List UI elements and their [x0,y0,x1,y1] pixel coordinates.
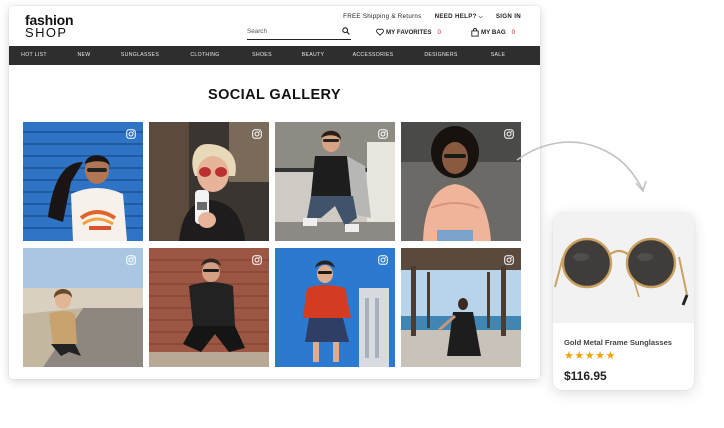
gallery-photo[interactable] [275,248,395,367]
help-menu[interactable]: NEED HELP? ⌵ [435,13,483,20]
gallery-photo[interactable] [401,248,521,367]
nav-item-clothing[interactable]: CLOTHING [190,52,219,58]
photo-man-brick-wall [149,248,269,367]
product-image [553,213,694,323]
instagram-icon[interactable] [126,255,136,265]
nav-item-sunglasses[interactable]: SUNGLASSES [121,52,159,58]
nav-item-beauty[interactable]: BEAUTY [302,52,325,58]
gallery-photo[interactable] [401,122,521,241]
search-placeholder: Search [247,28,267,35]
photo-woman-red-sweater [275,248,395,367]
nav-item-sale[interactable]: SALE [491,52,505,58]
product-name[interactable]: Gold Metal Frame Sunglasses [564,338,672,347]
photo-woman-road [23,248,143,367]
search-icon[interactable] [342,27,350,35]
product-card[interactable]: Gold Metal Frame Sunglasses ★★★★★ $116.9… [553,213,694,390]
instagram-icon[interactable] [378,129,388,139]
help-label: NEED HELP? [434,13,477,20]
photo-woman-sitting [275,122,395,241]
bag-button[interactable]: MY BAG 0 [471,28,515,37]
photo-woman-pink-sweater [401,122,521,241]
instagram-icon[interactable] [252,255,262,265]
sunglasses-image [553,213,694,323]
heart-icon [376,28,384,36]
favorites-count: 0 [437,28,441,36]
instagram-icon[interactable] [252,129,262,139]
curved-arrow-icon [516,141,647,193]
nav-item-accessories[interactable]: ACCESSORIES [353,52,394,58]
gallery-photo[interactable] [275,122,395,241]
logo-line-2: SHOP [25,25,68,40]
bag-label: MY BAG [481,29,506,36]
photo-woman-blue-wall [23,122,143,241]
photo-woman-pier [401,248,521,367]
instagram-icon[interactable] [504,255,514,265]
gallery-photo[interactable] [149,248,269,367]
gallery-title: SOCIAL GALLERY [208,87,341,103]
signin-link[interactable]: SIGN IN [496,13,521,20]
main-nav: HOT LIST NEW SUNGLASSES CLOTHING SHOES B… [9,46,540,65]
favorites-label: MY FAVORITES [386,28,432,36]
product-price: $116.95 [564,369,607,383]
instagram-icon[interactable] [378,255,388,265]
gallery-photo[interactable] [23,248,143,367]
bag-icon [471,28,479,37]
browser-window: fashion SHOP FREE Shipping & Returns NEE… [9,6,540,379]
site-logo[interactable]: fashion SHOP [25,13,74,40]
search-input[interactable]: Search [247,26,351,40]
favorites-button[interactable]: MY FAVORITES 0 [376,28,441,36]
nav-item-designers[interactable]: DESIGNERS [424,52,457,58]
shipping-link[interactable]: FREE Shipping & Returns [343,13,421,20]
nav-item-hot-list[interactable]: HOT LIST [21,52,47,58]
site-header: fashion SHOP FREE Shipping & Returns NEE… [9,6,540,46]
nav-item-new[interactable]: NEW [77,52,90,58]
instagram-icon[interactable] [504,129,514,139]
top-links: FREE Shipping & Returns NEED HELP? ⌵ SIGN… [343,13,521,20]
chevron-down-icon: ⌵ [478,14,483,20]
gallery-photo[interactable] [149,122,269,241]
bag-count: 0 [511,29,516,36]
photo-woman-drink [149,122,269,241]
instagram-icon[interactable] [126,129,136,139]
gallery-photo[interactable] [23,122,143,241]
rating-stars: ★★★★★ [564,350,616,362]
nav-item-shoes[interactable]: SHOES [252,52,272,58]
